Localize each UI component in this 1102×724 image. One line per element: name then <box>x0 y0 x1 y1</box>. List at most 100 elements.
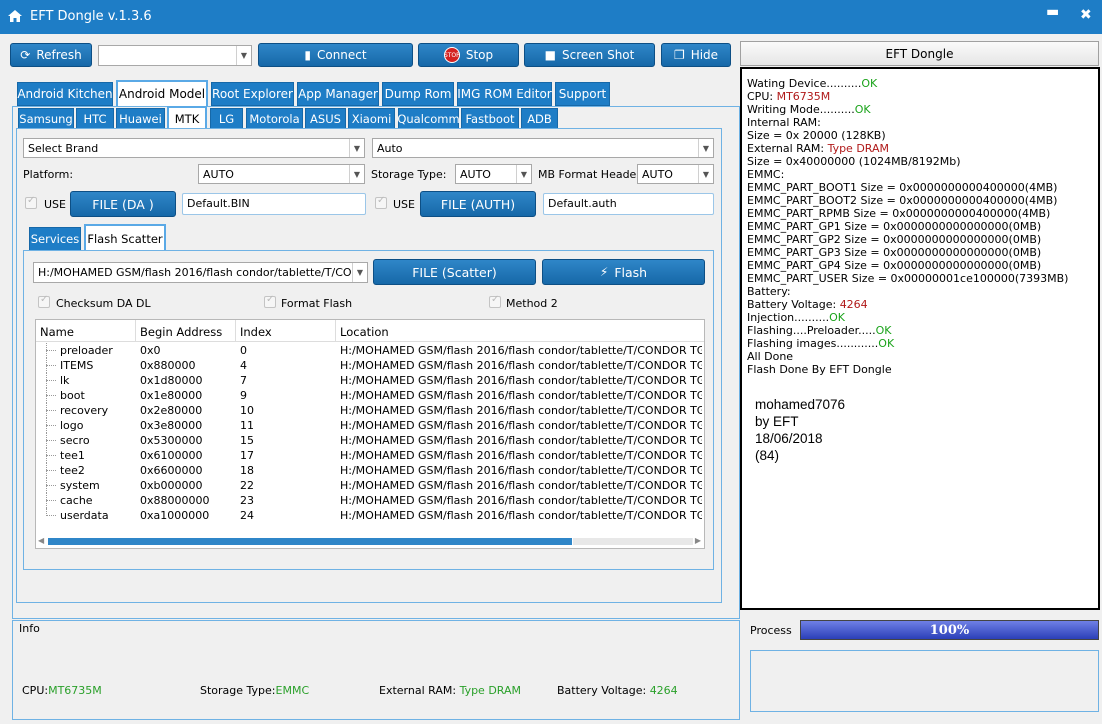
brand-select[interactable]: Select Brand ▼ <box>23 138 365 158</box>
scrollbar-thumb[interactable] <box>48 538 572 545</box>
scroll-left-icon[interactable]: ◀ <box>38 536 44 545</box>
tab-support[interactable]: Support <box>555 82 610 106</box>
stop-button[interactable]: STOP Stop <box>418 43 519 67</box>
minimize-button[interactable]: ▬ <box>1046 4 1059 20</box>
storage-type-select[interactable]: AUTO ▼ <box>455 164 532 184</box>
signature-line: (84) <box>755 448 780 463</box>
log-line: EMMC_PART_GP2 Size = 0x0000000000000000(… <box>747 233 1093 246</box>
chevron-down-icon: ▼ <box>352 263 367 282</box>
signature-line: 18/06/2018 <box>755 431 823 446</box>
auth-file-field[interactable]: Default.auth <box>543 193 714 215</box>
scatter-path-select[interactable]: H:/MOHAMED GSM/flash 2016/flash condor/t… <box>33 262 368 283</box>
tree-line <box>46 478 47 493</box>
tab-img-rom-editor[interactable]: IMG ROM Editor <box>457 82 552 106</box>
port-select[interactable]: ▼ <box>98 45 252 66</box>
tab-samsung[interactable]: Samsung <box>18 108 74 130</box>
tab-xiaomi[interactable]: Xiaomi <box>348 108 395 130</box>
tab-motorola[interactable]: Motorola <box>246 108 303 130</box>
tab-adb[interactable]: ADB <box>521 108 558 130</box>
connect-button[interactable]: ▮ Connect <box>258 43 413 67</box>
platform-select[interactable]: AUTO ▼ <box>198 164 365 184</box>
tab-lg[interactable]: LG <box>210 108 243 130</box>
table-row[interactable]: cache 0x88000000 23 H:/MOHAMED GSM/flash 20… <box>36 493 704 508</box>
log-line: Flashing....Preloader.....OK <box>747 324 1093 337</box>
cell-location: H:/MOHAMED GSM/flash 2016/flash condor/t… <box>340 389 702 402</box>
da-file-field[interactable]: Default.BIN <box>182 193 366 215</box>
cell-location: H:/MOHAMED GSM/flash 2016/flash condor/t… <box>340 374 702 387</box>
tab-services[interactable]: Services <box>29 227 81 251</box>
table-row[interactable]: preloader 0x0 0 H:/MOHAMED GSM/flash 2016/f… <box>36 343 704 358</box>
close-button[interactable]: ✖ <box>1080 7 1092 23</box>
log-text: Writing Mode.......... <box>747 103 855 116</box>
flash-button[interactable]: ⚡ Flash <box>542 259 705 285</box>
table-row[interactable]: ITEMS 0x880000 4 H:/MOHAMED GSM/flash 2016/… <box>36 358 704 373</box>
log-text: Flashing....Preloader..... <box>747 324 876 337</box>
method2-checkbox[interactable] <box>489 294 501 308</box>
scroll-right-icon[interactable]: ▶ <box>695 536 701 545</box>
storage-type-value: AUTO <box>460 168 491 181</box>
file-auth-button[interactable]: FILE (AUTH) <box>420 191 536 217</box>
tab-android-kitchen[interactable]: Android Kitchen <box>17 82 113 106</box>
horizontal-scrollbar[interactable]: ◀ ▶ <box>36 534 704 548</box>
table-row[interactable]: boot 0x1e80000 9 H:/MOHAMED GSM/flash 2016/… <box>36 388 704 403</box>
chevron-down-icon: ▼ <box>516 165 531 183</box>
log-line: All Done <box>747 350 1093 363</box>
log-line: Battery: <box>747 285 1093 298</box>
use-da-label: USE <box>44 198 66 211</box>
tab-flash-scatter[interactable]: Flash Scatter <box>84 224 166 253</box>
tree-connector <box>46 395 56 396</box>
refresh-button[interactable]: ⟳ Refresh <box>10 43 92 67</box>
table-row[interactable]: lk 0x1d80000 7 H:/MOHAMED GSM/flash 2016/fl… <box>36 373 704 388</box>
table-row[interactable]: tee2 0x6600000 18 H:/MOHAMED GSM/flash 2016… <box>36 463 704 478</box>
tab-root-explorer[interactable]: Root Explorer <box>211 82 294 106</box>
tab-fastboot[interactable]: Fastboot <box>461 108 519 130</box>
tree-connector <box>46 455 56 456</box>
table-row[interactable]: secro 0x5300000 15 H:/MOHAMED GSM/flash 201… <box>36 433 704 448</box>
column-location[interactable]: Location <box>336 320 704 342</box>
info-cpu-value: MT6735M <box>48 684 102 697</box>
table-row[interactable]: system 0xb000000 22 H:/MOHAMED GSM/flash 20… <box>36 478 704 493</box>
screenshot-button[interactable]: ■ Screen Shot <box>524 43 655 67</box>
table-row[interactable]: tee1 0x6100000 17 H:/MOHAMED GSM/flash 2016… <box>36 448 704 463</box>
chevron-down-icon: ▼ <box>236 46 251 65</box>
tab-app-manager[interactable]: App Manager <box>297 82 379 106</box>
partition-table[interactable]: Name Begin Address Index Location preloa… <box>35 319 705 549</box>
column-begin-address[interactable]: Begin Address <box>136 320 236 342</box>
use-da-checkbox[interactable] <box>25 195 37 209</box>
cell-index: 9 <box>240 389 247 402</box>
tab-htc[interactable]: HTC <box>76 108 114 130</box>
tree-line <box>46 493 47 508</box>
column-index[interactable]: Index <box>236 320 336 342</box>
table-row[interactable]: logo 0x3e80000 11 H:/MOHAMED GSM/flash 2016… <box>36 418 704 433</box>
mb-format-select[interactable]: AUTO ▼ <box>637 164 714 184</box>
cell-begin-address: 0x1e80000 <box>140 389 203 402</box>
column-name[interactable]: Name <box>36 320 136 342</box>
tree-line <box>46 448 47 463</box>
use-auth-checkbox[interactable] <box>375 195 387 209</box>
hide-button[interactable]: ❐ Hide <box>661 43 731 67</box>
file-scatter-button[interactable]: FILE (Scatter) <box>373 259 536 285</box>
model-select[interactable]: Auto ▼ <box>372 138 714 158</box>
signature-line: by EFT <box>755 414 799 429</box>
format-flash-checkbox[interactable] <box>264 294 276 308</box>
tree-line <box>46 463 47 478</box>
platform-label: Platform: <box>23 168 74 181</box>
tab-dump-rom[interactable]: Dump Rom <box>382 82 454 106</box>
tree-line <box>46 388 47 403</box>
tab-asus[interactable]: ASUS <box>305 108 346 130</box>
table-row[interactable]: recovery 0x2e80000 10 H:/MOHAMED GSM/flash … <box>36 403 704 418</box>
log-text: EMMC_PART_GP2 Size = 0x0000000000000000(… <box>747 233 1042 246</box>
info-storage-value: EMMC <box>275 684 310 697</box>
log-line: Size = 0x40000000 (1024MB/8192Mb) <box>747 155 1093 168</box>
cell-index: 10 <box>240 404 254 417</box>
table-row[interactable]: userdata 0xa1000000 24 H:/MOHAMED GSM/flash… <box>36 508 704 523</box>
log-text: EMMC: <box>747 168 785 181</box>
checksum-checkbox[interactable] <box>38 294 50 308</box>
info-battery-value: 4264 <box>649 684 678 697</box>
log-text: EMMC_PART_GP1 Size = 0x0000000000000000(… <box>747 220 1042 233</box>
tab-huawei[interactable]: Huawei <box>116 108 165 130</box>
tab-qualcomm[interactable]: Qualcomm <box>397 108 460 130</box>
log-line: EMMC_PART_RPMB Size = 0x0000000000400000… <box>747 207 1093 220</box>
file-da-button[interactable]: FILE (DA ) <box>70 191 176 217</box>
tab-android-model[interactable]: Android Model <box>116 80 208 108</box>
